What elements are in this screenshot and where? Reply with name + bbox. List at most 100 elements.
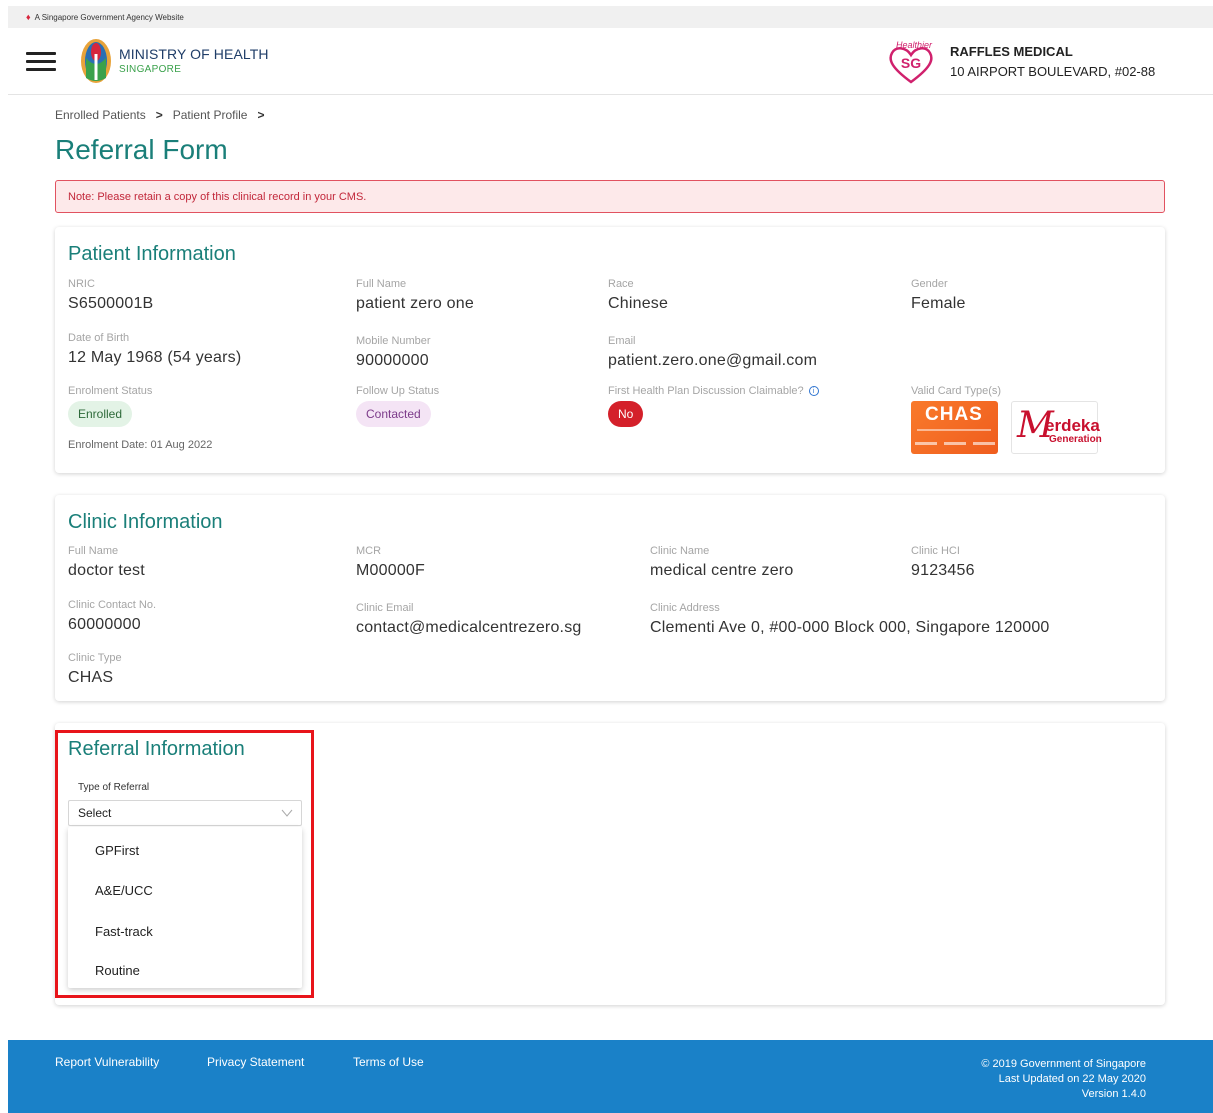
mobile-field: Mobile Number 90000000 [356,335,431,370]
clinic-contact-value: 60000000 [68,616,141,633]
merdeka-generation-card-image: M erdeka Generation [1011,401,1102,454]
referral-information-card: Referral Information Type of Referral Se… [55,723,1165,1005]
chas-card-image: CHAS [911,401,998,454]
chevron-down-icon [281,809,293,817]
clinic-address-field: Clinic Address Clementi Ave 0, #00-000 B… [650,602,1050,637]
gender-value: Female [911,295,966,312]
referral-option-ae-ucc[interactable]: A&E/UCC [95,883,153,898]
race-value: Chinese [608,295,669,312]
fhpd-claimable-field: First Health Plan Discussion Claimable? … [608,385,819,427]
referral-type-label: Type of Referral [78,782,150,793]
clinic-contact-field: Clinic Contact No. 60000000 [68,599,156,634]
doctor-name-label: Full Name [68,545,119,557]
referral-option-gpfirst[interactable]: GPFirst [95,843,139,858]
mcr-value: M00000F [356,562,425,579]
fhpd-claimable-label: First Health Plan Discussion Claimable? … [608,385,819,397]
clinic-information-card: Clinic Information Full Name doctor test… [55,495,1165,701]
mobile-value: 90000000 [356,352,429,369]
gov-masthead: ♦ A Singapore Government Agency Website [8,6,1213,28]
footer-link-report-vulnerability[interactable]: Report Vulnerability [55,1055,159,1069]
enrolment-date: Enrolment Date: 01 Aug 2022 [68,439,213,451]
patient-information-title: Patient Information [68,243,236,265]
gov-masthead-text: A Singapore Government Agency Website [34,12,184,22]
referral-type-select-value: Select [78,806,112,820]
clinic-contact-label: Clinic Contact No. [68,599,157,611]
email-label: Email [608,335,636,347]
referral-type-dropdown: GPFirst A&E/UCC Fast-track Routine [68,827,302,988]
clinic-type-field: Clinic Type CHAS [68,652,122,687]
hamburger-menu-icon[interactable] [26,52,56,72]
valid-card-types-field: Valid Card Type(s) [911,385,1001,397]
gender-field: Gender Female [911,278,966,313]
footer-info: © 2019 Government of Singapore Last Upda… [981,1057,1146,1102]
nric-label: NRIC [68,278,95,290]
dob-label: Date of Birth [68,332,130,344]
footer-link-privacy-statement[interactable]: Privacy Statement [207,1055,304,1069]
org-subtitle: SINGAPORE [119,64,182,75]
footer-last-updated: Last Updated on 22 May 2020 [998,1073,1146,1085]
race-field: Race Chinese [608,278,668,313]
race-label: Race [608,278,634,290]
clinic-email-value: contact@medicalcentrezero.sg [356,619,582,636]
enrolment-status-field: Enrolment Status Enrolled [68,385,152,427]
patient-information-card: Patient Information NRIC S6500001B Full … [55,227,1165,473]
referral-option-fast-track[interactable]: Fast-track [95,924,153,939]
follow-up-status-field: Follow Up Status Contacted [356,385,439,427]
mcr-label: MCR [356,545,382,557]
breadcrumb-patient-profile[interactable]: Patient Profile [173,108,248,122]
moh-logo [81,39,111,83]
full-name-value: patient zero one [356,295,474,312]
page-title: Referral Form [55,134,228,165]
mcr-field: MCR M00000F [356,545,425,580]
breadcrumb-enrolled-patients[interactable]: Enrolled Patients [55,108,146,122]
clinic-email-field: Clinic Email contact@medicalcentrezero.s… [356,602,582,637]
site-header: MINISTRY OF HEALTH SINGAPORE SG Healthie… [8,28,1213,95]
svg-text:Healthier: Healthier [896,40,933,50]
dob-value: 12 May 1968 (54 years) [68,349,242,366]
clinic-name-field: Clinic Name medical centre zero [650,545,793,580]
svg-text:SG: SG [901,55,921,71]
footer-version: Version 1.4.0 [1081,1088,1146,1100]
footer-copyright: © 2019 Government of Singapore [981,1058,1146,1070]
full-name-label: Full Name [356,278,407,290]
referral-information-title: Referral Information [68,738,245,760]
fhpd-claimable-badge: No [608,401,644,427]
gender-label: Gender [911,278,948,290]
referral-type-select[interactable]: Select [68,800,302,826]
doctor-name-field: Full Name doctor test [68,545,145,580]
clinic-address-label: Clinic Address [650,602,720,614]
enrolment-status-label: Enrolment Status [68,385,153,397]
site-footer: Report Vulnerability Privacy Statement T… [8,1040,1213,1113]
info-icon[interactable]: i [808,386,819,397]
clinic-address-value: Clementi Ave 0, #00-000 Block 000, Singa… [650,619,1050,636]
org-title: MINISTRY OF HEALTH [119,46,269,62]
email-field: Email patient.zero.one@gmail.com [608,335,817,370]
header-clinic-address: 10 AIRPORT BOULEVARD, #02-88 [950,64,1156,79]
dob-field: Date of Birth 12 May 1968 (54 years) [68,332,241,367]
clinic-type-value: CHAS [68,669,114,686]
valid-card-types-label: Valid Card Type(s) [911,385,1002,397]
clinic-hci-value: 9123456 [911,562,975,579]
clinic-email-label: Clinic Email [356,602,414,614]
lion-head-icon: ♦ [26,12,31,22]
healthier-sg-logo: SG Healthier [889,40,933,84]
cms-note-banner: Note: Please retain a copy of this clini… [55,180,1165,213]
full-name-field: Full Name patient zero one [356,278,474,313]
clinic-name-value: medical centre zero [650,562,794,579]
doctor-name-value: doctor test [68,562,145,579]
enrolment-status-badge: Enrolled [68,401,133,427]
clinic-hci-label: Clinic HCI [911,545,960,557]
follow-up-status-badge: Contacted [356,401,431,427]
footer-link-terms-of-use[interactable]: Terms of Use [353,1055,424,1069]
clinic-type-label: Clinic Type [68,652,122,664]
breadcrumb: Enrolled Patients > Patient Profile > [55,108,264,122]
clinic-name-label: Clinic Name [650,545,710,557]
mobile-label: Mobile Number [356,335,431,347]
breadcrumb-separator: > [155,108,163,122]
email-value: patient.zero.one@gmail.com [608,352,818,369]
nric-field: NRIC S6500001B [68,278,153,313]
referral-option-routine[interactable]: Routine [95,963,140,978]
follow-up-status-label: Follow Up Status [356,385,440,397]
breadcrumb-separator: > [257,108,265,122]
clinic-hci-field: Clinic HCI 9123456 [911,545,975,580]
